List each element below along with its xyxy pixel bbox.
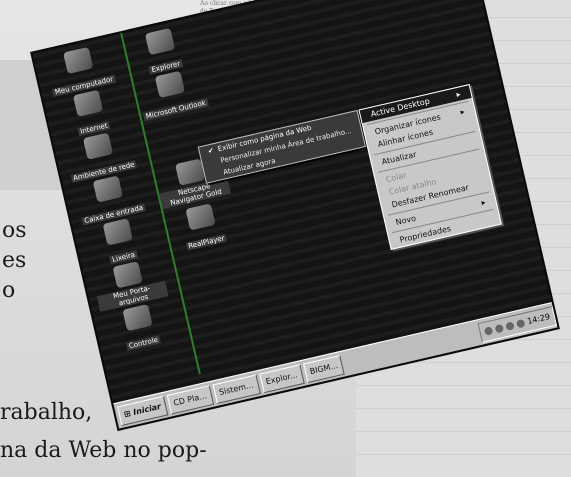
chevron-right-icon: ▸ — [480, 197, 487, 208]
briefcase-icon — [112, 261, 143, 289]
caption-fragment: es — [2, 248, 27, 273]
network-icon — [82, 132, 114, 160]
clock: 14:29 — [526, 311, 551, 326]
tray-icon[interactable] — [494, 323, 504, 333]
tray-icon[interactable] — [515, 318, 526, 328]
control-icon — [122, 304, 153, 332]
computer-icon — [63, 46, 94, 75]
chevron-right-icon: ▸ — [459, 106, 466, 117]
caption-line-2: na da Web no pop- — [0, 438, 207, 463]
check-icon: ✔ — [207, 146, 215, 156]
windows-logo-icon: ⊞ — [122, 408, 132, 419]
inbox-icon — [92, 175, 124, 203]
internet-icon — [72, 89, 104, 117]
caption-fragment: os — [2, 218, 27, 243]
realplayer-icon — [185, 203, 216, 231]
caption-fragment: o — [2, 278, 16, 303]
chevron-right-icon: ▸ — [455, 89, 462, 100]
tray-icon[interactable] — [483, 325, 494, 336]
explorer-icon — [144, 27, 176, 56]
recycle-bin-icon — [102, 218, 133, 246]
caption-line-1: rabalho, — [0, 400, 93, 425]
outlook-icon — [154, 70, 186, 99]
tray-icon[interactable] — [505, 320, 515, 331]
